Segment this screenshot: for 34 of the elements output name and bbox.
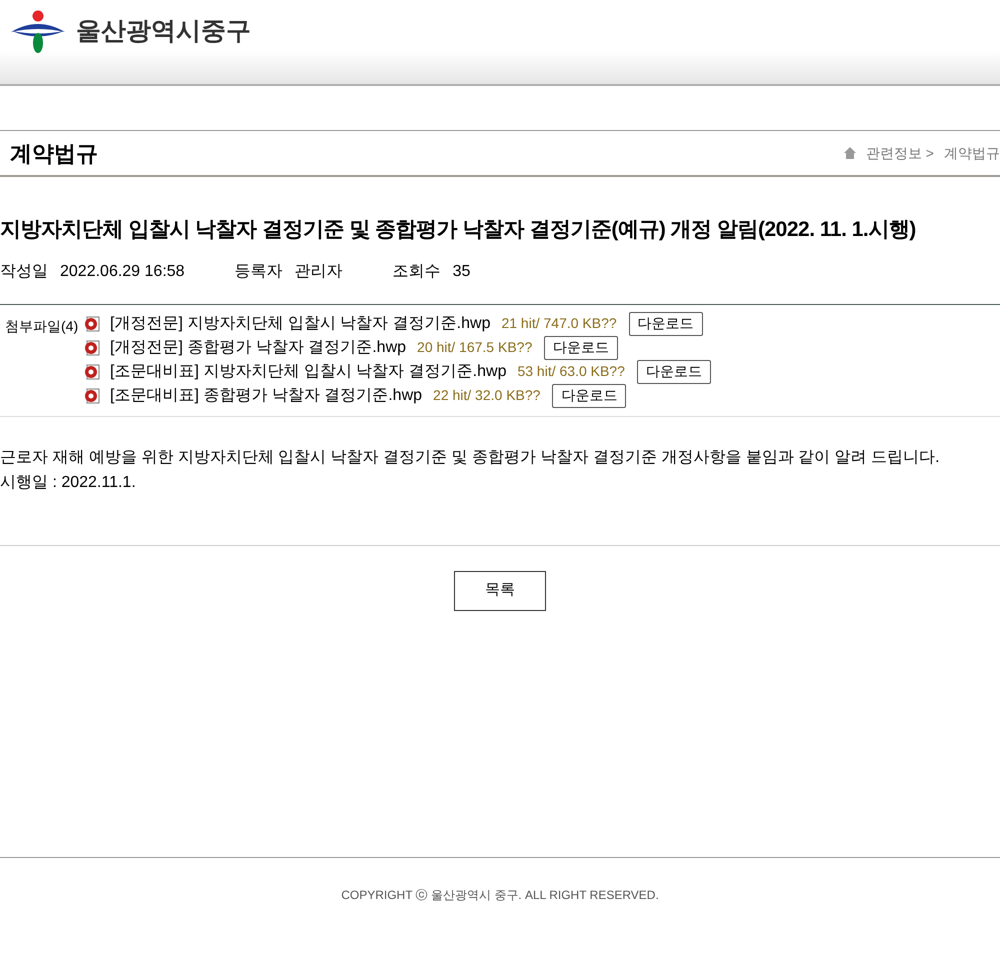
file-info: 20 hit/ 167.5 KB?? bbox=[417, 338, 532, 357]
file-link[interactable]: [개정전문] 지방자치단체 입찰시 낙찰자 결정기준.hwp bbox=[110, 312, 490, 336]
breadcrumb-link[interactable]: 관련정보 > bbox=[866, 142, 934, 164]
post-title: 지방자치단체 입찰시 낙찰자 결정기준 및 종합평가 낙찰자 결정기준(예규) 개정 알림(2022. 11. 1.시행) bbox=[0, 217, 917, 243]
document-icon bbox=[84, 388, 100, 404]
download-button[interactable]: 다운로드 bbox=[636, 360, 711, 384]
file-link[interactable]: [조문대비표] 종합평가 낙찰자 결정기준.hwp bbox=[110, 384, 422, 408]
download-button[interactable]: 다운로드 bbox=[552, 384, 626, 408]
meta-value: 35 bbox=[452, 262, 470, 282]
document-icon bbox=[84, 316, 100, 332]
meta-value: 관리자 bbox=[294, 262, 343, 282]
file-info: 53 hit/ 63.0 KB?? bbox=[517, 362, 625, 381]
logo-icon bbox=[10, 10, 66, 54]
breadcrumb-link[interactable]: 계약법규 bbox=[944, 142, 1000, 164]
download-button[interactable]: 다운로드 bbox=[628, 312, 703, 336]
file-link[interactable]: [개정전문] 종합평가 낙찰자 결정기준.hwp bbox=[110, 336, 406, 360]
meta-label: 작성일 bbox=[0, 262, 48, 282]
site-name: 울산광역시중구 bbox=[76, 16, 251, 47]
body-text: 근로자 재해 예방을 위한 지방자치단체 입찰시 낙찰자 결정기준 및 종합평가 낙찰자 결정기준 개정사항을 붙임과 같이 알려 드립니다. bbox=[0, 448, 941, 468]
home-icon bbox=[844, 147, 856, 159]
document-icon bbox=[84, 364, 100, 380]
meta-label: 조회수 bbox=[392, 262, 441, 282]
page-title: 계약법규 bbox=[10, 140, 98, 168]
file-info: 21 hit/ 747.0 KB?? bbox=[501, 314, 617, 333]
file-link[interactable]: [조문대비표] 지방자치단체 입찰시 낙찰자 결정기준.hwp bbox=[110, 360, 506, 384]
copyright-text: COPYRIGHT ⓒ 울산광역시 중구. ALL RIGHT RESERVED. bbox=[341, 886, 659, 904]
meta-label: 등록자 bbox=[234, 262, 283, 282]
document-icon bbox=[84, 340, 100, 356]
download-button[interactable]: 다운로드 bbox=[544, 336, 618, 360]
list-button[interactable]: 목록 bbox=[454, 570, 546, 610]
file-info: 22 hit/ 32.0 KB?? bbox=[433, 386, 540, 405]
meta-value: 2022.06.29 16:58 bbox=[60, 262, 185, 282]
body-text: 시행일 : 2022.11.1. bbox=[0, 472, 137, 492]
attachments-label: 첨부파일(4) bbox=[4, 316, 80, 336]
